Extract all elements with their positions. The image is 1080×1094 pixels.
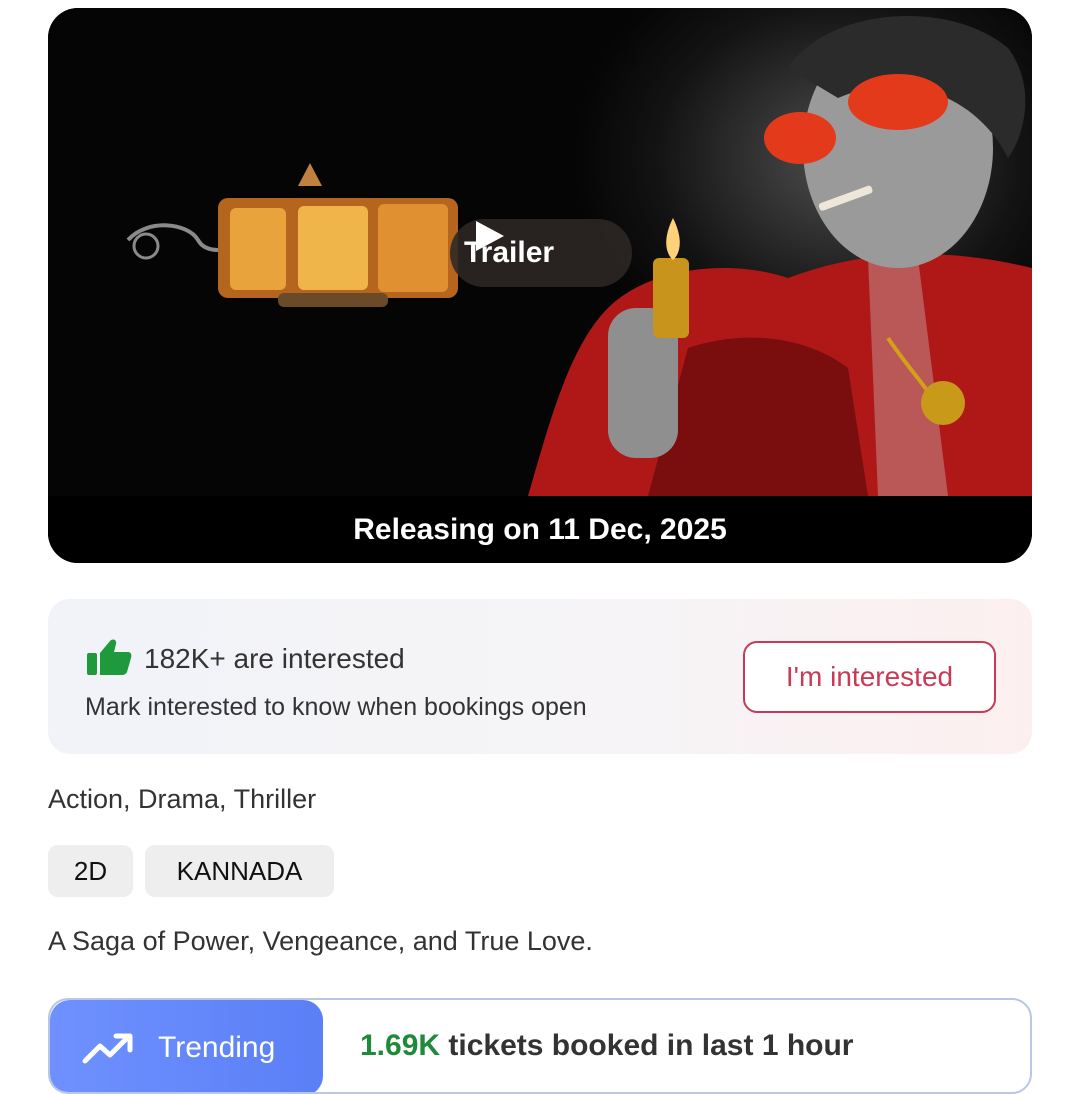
movie-details-page: Trailer Releasing on 11 Dec, 2025 182K+ …: [0, 0, 1080, 1094]
trailer-banner[interactable]: Trailer Releasing on 11 Dec, 2025: [48, 8, 1032, 563]
movie-poster: Trailer: [48, 8, 1032, 496]
im-interested-button[interactable]: I'm interested: [743, 641, 996, 713]
title-logo-graphic: [126, 163, 458, 307]
trending-bar: Trending 1.69K tickets booked in last 1 …: [48, 998, 1032, 1094]
movie-tagline: A Saga of Power, Vengeance, and True Lov…: [48, 926, 593, 956]
language-tag: KANNADA: [145, 845, 334, 897]
tickets-stat-text: tickets booked in last 1 hour: [440, 1029, 854, 1062]
tickets-count: 1.69K: [360, 1029, 441, 1062]
genres-text: Action, Drama, Thriller: [48, 784, 317, 814]
trending-badge: Trending: [50, 1000, 323, 1092]
trending-label: Trending: [158, 1031, 276, 1064]
tickets-booked-stat: 1.69K tickets booked in last 1 hour: [360, 1029, 854, 1063]
release-date-text: Releasing on 11 Dec, 2025: [353, 512, 727, 546]
release-date-strip: Releasing on 11 Dec, 2025: [48, 496, 1032, 563]
play-trailer-button[interactable]: Trailer: [450, 219, 632, 287]
interested-count: 182K+ are interested: [144, 643, 405, 674]
play-icon: [476, 221, 504, 251]
thumbs-up-icon: [87, 639, 132, 675]
format-tag: 2D: [48, 845, 133, 897]
trending-up-icon: [82, 1033, 133, 1064]
interest-subtext: Mark interested to know when bookings op…: [85, 693, 587, 721]
interest-card: 182K+ are interested Mark interested to …: [48, 599, 1032, 754]
